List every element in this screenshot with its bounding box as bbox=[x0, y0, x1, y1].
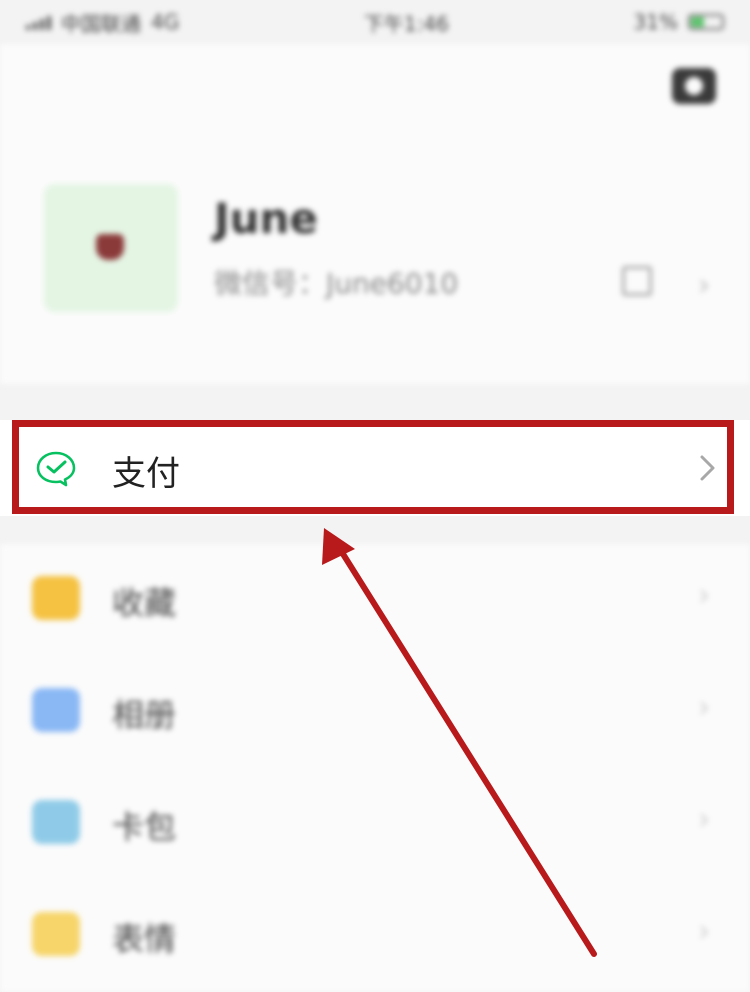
card-wallet-icon bbox=[32, 800, 80, 844]
album-icon bbox=[32, 688, 80, 732]
avatar[interactable] bbox=[44, 184, 178, 312]
list-item-label: 卡包 bbox=[112, 808, 177, 846]
list-item-stickers[interactable]: 表情 › bbox=[0, 880, 750, 992]
profile-name: June bbox=[214, 194, 318, 243]
chevron-right-icon: › bbox=[698, 578, 710, 613]
battery-icon bbox=[687, 14, 724, 30]
list-item-album[interactable]: 相册 › bbox=[0, 656, 750, 768]
list-item-favorites[interactable]: 收藏 › bbox=[0, 544, 750, 656]
sticker-icon bbox=[32, 912, 80, 956]
settings-list: 收藏 › 相册 › 卡包 › 表情 › bbox=[0, 544, 750, 992]
chevron-right-icon: › bbox=[698, 802, 710, 837]
status-bar: 中国联通 4G 下午1:46 31% bbox=[0, 0, 750, 44]
camera-icon[interactable] bbox=[672, 68, 716, 104]
network-label: 4G bbox=[151, 10, 180, 34]
list-item-label: 表情 bbox=[112, 920, 177, 958]
favorites-icon bbox=[32, 576, 80, 620]
chevron-right-icon: › bbox=[698, 690, 710, 725]
list-item-label: 收藏 bbox=[112, 584, 177, 622]
qr-code-icon[interactable] bbox=[622, 266, 652, 296]
clock: 下午1:46 bbox=[363, 11, 449, 36]
list-item-label: 相册 bbox=[112, 696, 177, 734]
highlight-box bbox=[12, 420, 734, 514]
chevron-right-icon: › bbox=[698, 268, 710, 303]
carrier-label: 中国联通 bbox=[61, 11, 141, 36]
profile-header: June 微信号：June6010 › bbox=[0, 44, 750, 384]
list-item-cards[interactable]: 卡包 › bbox=[0, 768, 750, 880]
battery-percent: 31% bbox=[633, 10, 678, 34]
wechat-id: 微信号：June6010 bbox=[214, 267, 459, 300]
signal-icon bbox=[26, 14, 51, 30]
chevron-right-icon: › bbox=[698, 914, 710, 949]
